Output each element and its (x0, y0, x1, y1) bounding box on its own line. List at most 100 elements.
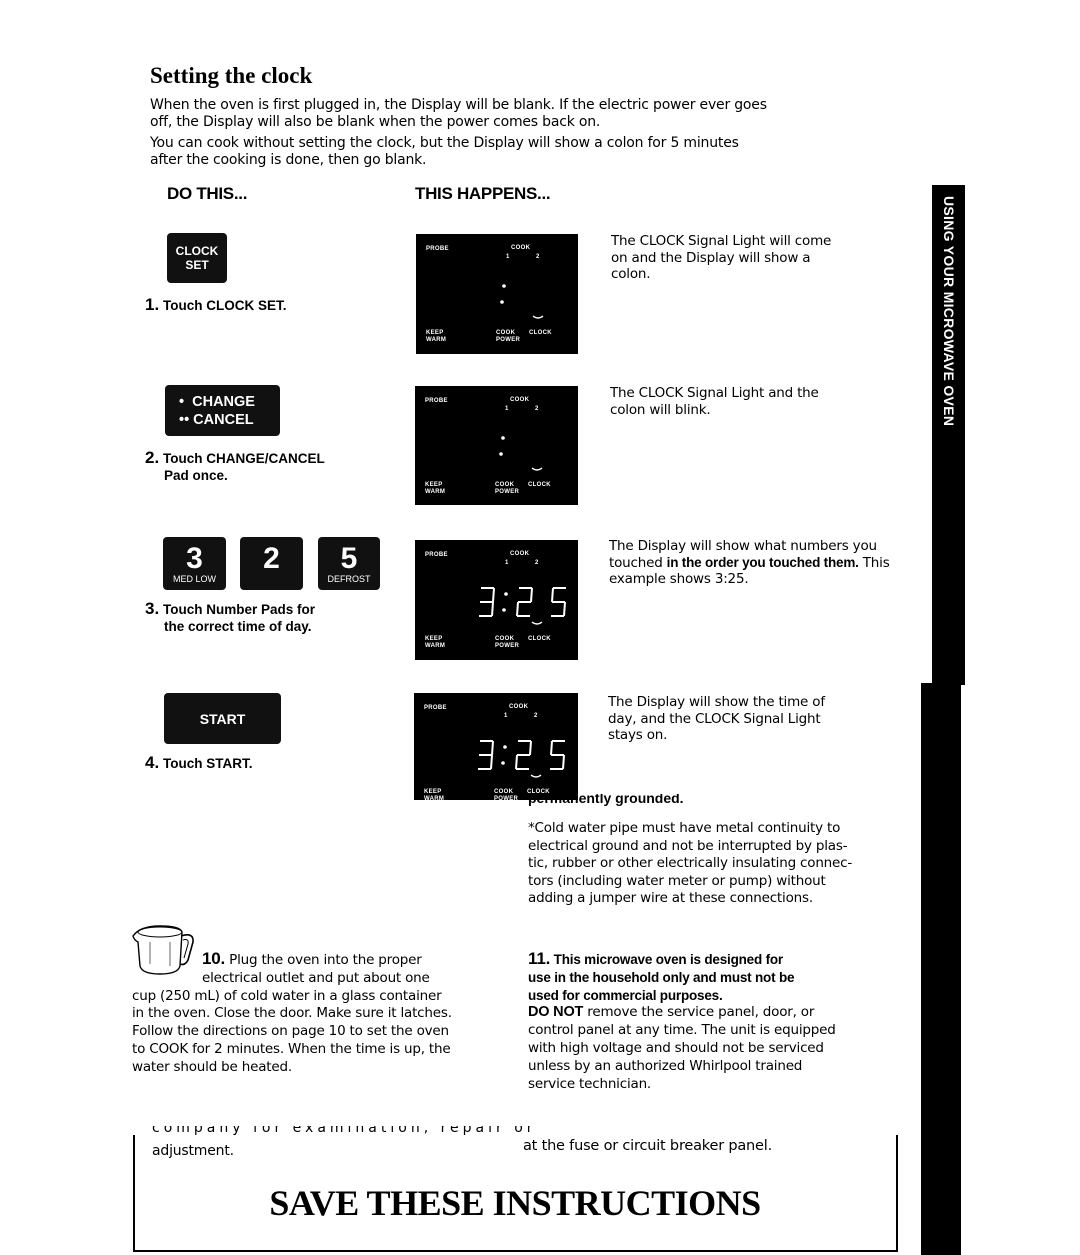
digit-segment (515, 754, 518, 770)
colon-dot (501, 436, 505, 440)
number-pad-2[interactable]: 2 (240, 537, 303, 590)
digit-segment (492, 587, 495, 603)
step-text: Touch START. (162, 756, 253, 771)
grounding-footnote: *Cold water pipe must have metal continu… (528, 820, 908, 908)
do-this-header: DO THIS... (167, 184, 248, 203)
step-text: Touch CLOCK SET. (162, 298, 287, 313)
item-bold-line: used for commercial purposes. (528, 987, 723, 1003)
colon-dot (500, 300, 504, 304)
clock-signal-light (532, 315, 544, 319)
step-4-result: The Display will show the time of day, a… (608, 694, 825, 743)
item-line: control panel at any time. The unit is e… (528, 1022, 836, 1039)
pad-label: START (199, 710, 246, 727)
colon-dot (502, 608, 506, 612)
digit-segment (491, 740, 494, 756)
pad-digit: 5 (340, 541, 358, 575)
digit-segment (530, 587, 533, 603)
item-line: in the oven. Close the door. Make sure i… (132, 1005, 452, 1022)
item-line: remove the service panel, door, or (583, 1004, 815, 1021)
digit-segment (491, 601, 494, 617)
footer-cut-line: company for examination, repair or (152, 1126, 537, 1138)
footer-left-line: adjustment. (152, 1143, 234, 1159)
clock-signal-light (530, 774, 542, 778)
step-text: the correct time of day. (164, 619, 312, 634)
pad-sublabel: MED LOW (172, 573, 216, 584)
intro-paragraph-1: When the oven is first plugged in, the D… (150, 97, 850, 130)
step-number: 1. (145, 295, 160, 314)
footnote-line: tors (including water meter or pump) wit… (528, 872, 826, 889)
this-happens-header: THIS HAPPENS... (415, 184, 551, 203)
footnote-line: electrical ground and not be interrupted… (528, 837, 848, 854)
do-not-label: DO NOT (528, 1004, 584, 1021)
pad-label: •• CANCEL (179, 411, 254, 428)
change-cancel-pad[interactable]: • CHANGE •• CANCEL (165, 385, 280, 436)
step-2-instruction: 2. Touch CHANGE/CANCEL Pad once. (145, 449, 325, 484)
colon-dot (503, 745, 507, 749)
pad-sublabel: DEFROST (327, 573, 371, 584)
item-line: unless by an authorized Whirlpool traine… (528, 1057, 803, 1074)
step-number: 3. (145, 599, 160, 618)
intro-line: You can cook without setting the clock, … (150, 135, 739, 151)
result-emphasis: in the order you touched them. (666, 554, 859, 570)
oven-display: PROBE COOK 1 2 KEEP WARM COOK POWER CLOCK (416, 234, 578, 354)
side-tab-extension (921, 683, 961, 1255)
step-3-instruction: 3. Touch Number Pads for the correct tim… (145, 600, 315, 635)
item-line: to COOK for 2 minutes. When the time is … (132, 1040, 451, 1057)
pad-label: • CHANGE (179, 393, 255, 410)
colon-dot (501, 761, 505, 765)
footnote-line: tic, rubber or other electrically insula… (528, 855, 853, 872)
footer-box-bottom-border (133, 1250, 898, 1252)
item-11: 11. This microwave oven is designed for … (528, 950, 898, 1093)
intro-paragraph-2: You can cook without setting the clock, … (150, 135, 850, 168)
digit-segment (562, 754, 565, 770)
digit-segment (516, 601, 519, 617)
number-pad-3[interactable]: 3 MED LOW (163, 537, 226, 590)
footnote-line: adding a jumper wire at these connection… (528, 890, 813, 907)
colon-dot (499, 452, 503, 456)
intro-line: after the cooking is done, then go blank… (150, 151, 427, 168)
save-instructions-heading: SAVE THESE INSTRUCTIONS (269, 1183, 761, 1223)
start-pad[interactable]: START (164, 693, 281, 744)
pad-label: CLOCK (175, 244, 219, 258)
step-text: Pad once. (164, 468, 228, 483)
item-line: Plug the oven into the proper (229, 952, 422, 968)
item-bold-line: This microwave oven is designed for (553, 952, 784, 967)
pad-label: SET (185, 258, 209, 272)
intro-line: off, the Display will also be blank when… (150, 113, 601, 130)
number-pad-5[interactable]: 5 DEFROST (318, 537, 380, 590)
step-number: 4. (145, 753, 160, 772)
oven-display: PROBE COOK 1 2 KEEP WARM COOK POWER CLOCK (415, 386, 578, 505)
digit-segment (490, 754, 493, 770)
oven-display: PROBE COOK 1 2 KEEP WARM COOK POWER CLOCK (415, 540, 578, 660)
display-readout (500, 284, 544, 319)
display-readout (478, 740, 565, 778)
step-2-result: The CLOCK Signal Light and the colon wil… (610, 385, 819, 418)
item-line: Follow the directions on page 10 to set … (132, 1023, 449, 1040)
intro-line: When the oven is first plugged in, the D… (150, 97, 767, 113)
footnote-line: *Cold water pipe must have metal continu… (528, 820, 841, 836)
item-line: electrical outlet and put about one (202, 969, 430, 986)
pad-digit: 2 (263, 541, 280, 575)
item-line: service technician. (528, 1075, 652, 1092)
pad-digit: 3 (186, 541, 203, 575)
item-line: with high voltage and should not be serv… (528, 1039, 824, 1056)
clock-set-pad[interactable]: CLOCK SET (167, 233, 227, 283)
display-readout (499, 436, 543, 471)
item-number: 11. (528, 949, 551, 968)
item-10: 10. Plug the oven into the proper electr… (132, 950, 492, 1077)
step-4-instruction: 4. Touch START. (145, 754, 252, 772)
page-title: Setting the clock (150, 63, 313, 88)
step-3-result: The Display will show what numbers you t… (609, 538, 909, 588)
item-line: water should be heated. (132, 1058, 292, 1075)
digit-segment (563, 601, 566, 617)
step-1-instruction: 1. Touch CLOCK SET. (145, 296, 286, 314)
display-readout (479, 587, 566, 625)
item-line: cup (250 mL) of cold water in a glass co… (132, 987, 442, 1004)
digit-segment (550, 740, 553, 756)
colon-dot (504, 592, 508, 596)
footer-right-line: at the fuse or circuit breaker panel. (523, 1138, 772, 1154)
oven-display: PROBE COOK 1 2 KEEP WARM COOK POWER CLOCK (414, 693, 578, 800)
section-side-tab: USING YOUR MICROWAVE OVEN (932, 185, 965, 685)
digit-segment (551, 587, 554, 603)
item-number: 10. (202, 949, 226, 968)
